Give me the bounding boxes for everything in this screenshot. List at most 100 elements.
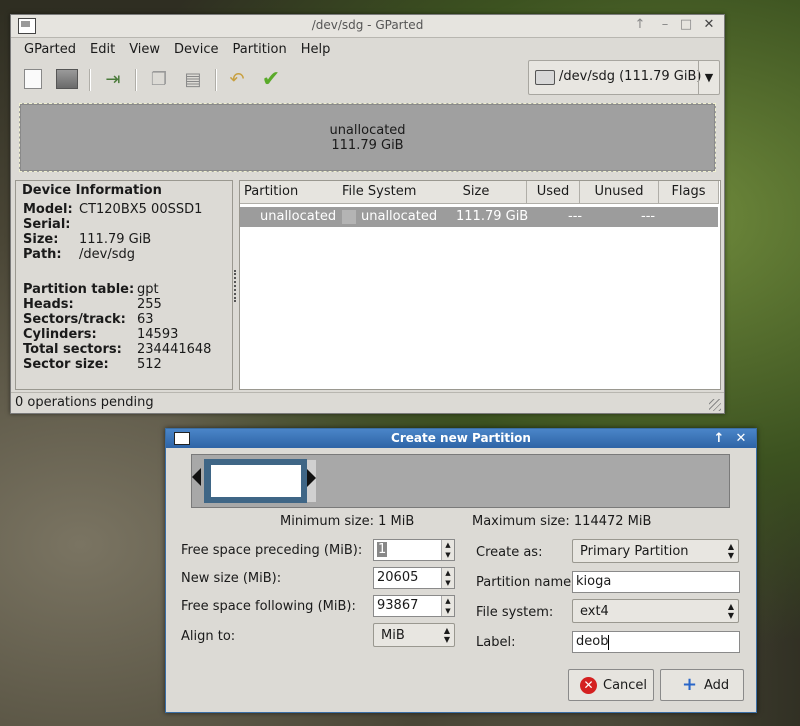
spinner-arrows-icon[interactable]: ▲ ▼ xyxy=(441,568,454,588)
new-size-label: New size (MiB): xyxy=(181,571,282,586)
partition-table: Partition File System Size Used Unused F… xyxy=(239,180,721,390)
minimize-icon[interactable]: – xyxy=(656,17,674,32)
heads-key: Heads: xyxy=(23,297,74,312)
new-size-value: 20605 xyxy=(377,570,419,585)
paste-icon[interactable]: ▤ xyxy=(181,67,205,91)
size-value: 111.79 GiB xyxy=(79,232,152,247)
combo-arrows-icon: ▲ ▼ xyxy=(443,626,450,644)
title-bar[interactable]: /dev/sdg - GParted ↑ – □ ✕ xyxy=(11,15,724,38)
add-button[interactable]: + Add xyxy=(660,669,744,701)
serial-key: Serial: xyxy=(23,217,71,232)
copy-icon[interactable]: ❐ xyxy=(147,67,171,91)
create-as-combo[interactable]: Primary Partition ▲ ▼ xyxy=(572,539,739,563)
row-size: 111.79 GiB xyxy=(456,209,529,224)
left-handle-icon[interactable] xyxy=(192,468,201,486)
combo-arrows-icon: ▲ ▼ xyxy=(727,602,734,620)
menu-partition[interactable]: Partition xyxy=(226,42,294,57)
undo-icon[interactable]: ↶ xyxy=(225,67,249,91)
new-partition-icon[interactable] xyxy=(21,67,45,91)
menu-gparted[interactable]: GParted xyxy=(17,42,83,57)
col-used[interactable]: Used xyxy=(527,181,580,204)
fs-color-swatch xyxy=(342,210,356,224)
toolbar-separator xyxy=(135,69,137,91)
col-flags[interactable]: Flags xyxy=(659,181,719,204)
free-preceding-value: 1 xyxy=(377,542,388,557)
sector-size-key: Sector size: xyxy=(23,357,109,372)
row-partition: unallocated xyxy=(260,209,337,224)
col-file-system[interactable]: File System xyxy=(339,181,429,204)
col-partition[interactable]: Partition xyxy=(240,181,343,204)
spinner-arrows-icon[interactable]: ▲ ▼ xyxy=(441,540,454,560)
col-size[interactable]: Size xyxy=(426,181,527,204)
disk-map[interactable]: unallocated 111.79 GiB xyxy=(19,103,716,172)
model-value: CT120BX5 00SSD1 xyxy=(79,202,203,217)
toolbar-separator xyxy=(215,69,217,91)
cancel-button[interactable]: ✕ Cancel xyxy=(568,669,654,701)
dialog-shade-icon[interactable]: ↑ xyxy=(710,429,728,448)
new-size-spinner[interactable]: 20605 ▲ ▼ xyxy=(373,567,455,589)
partition-name-value: kioga xyxy=(576,574,612,589)
dialog-title: Create new Partition xyxy=(391,431,531,445)
table-row[interactable]: unallocated unallocated 111.79 GiB --- -… xyxy=(240,207,718,227)
path-value: /dev/sdg xyxy=(79,247,135,262)
free-preceding-label: Free space preceding (MiB): xyxy=(181,543,363,558)
menu-bar: GParted Edit View Device Partition Help xyxy=(11,38,724,60)
diskmap-size: 111.79 GiB xyxy=(331,138,404,153)
total-sectors-key: Total sectors: xyxy=(23,342,122,357)
chevron-down-icon[interactable]: ▼ xyxy=(698,61,719,94)
size-key: Size: xyxy=(23,232,59,247)
add-icon: + xyxy=(681,674,698,695)
file-system-label: File system: xyxy=(476,605,554,620)
heads-value: 255 xyxy=(137,297,162,312)
menu-device[interactable]: Device xyxy=(167,42,225,57)
menu-edit[interactable]: Edit xyxy=(83,42,122,57)
col-unused[interactable]: Unused xyxy=(580,181,659,204)
shade-icon[interactable]: ↑ xyxy=(631,17,649,32)
free-following-value: 93867 xyxy=(377,598,419,613)
align-to-combo[interactable]: MiB ▲ ▼ xyxy=(373,623,455,647)
dialog-title-bar[interactable]: Create new Partition ↑ ✕ xyxy=(166,429,756,448)
resize-move-icon[interactable]: ⇥ xyxy=(101,67,125,91)
create-as-label: Create as: xyxy=(476,545,543,560)
gparted-window: /dev/sdg - GParted ↑ – □ ✕ GParted Edit … xyxy=(10,14,725,414)
free-preceding-spinner[interactable]: 1 ▲ ▼ xyxy=(373,539,455,561)
cancel-icon: ✕ xyxy=(580,677,597,694)
partition-resizer[interactable] xyxy=(191,454,730,508)
close-icon[interactable]: ✕ xyxy=(700,17,718,32)
right-handle-icon[interactable] xyxy=(307,460,316,502)
model-key: Model: xyxy=(23,202,73,217)
toolbar-separator xyxy=(89,69,91,91)
maximize-icon[interactable]: □ xyxy=(677,17,695,32)
menu-help[interactable]: Help xyxy=(294,42,338,57)
free-following-spinner[interactable]: 93867 ▲ ▼ xyxy=(373,595,455,617)
sector-size-value: 512 xyxy=(137,357,162,372)
menu-view[interactable]: View xyxy=(122,42,167,57)
partition-name-input[interactable]: kioga xyxy=(572,571,740,593)
align-to-value: MiB xyxy=(381,628,405,643)
device-info-heading: Device Information xyxy=(22,183,162,198)
apply-icon[interactable]: ✔ xyxy=(259,67,283,92)
device-selector[interactable]: /dev/sdg (111.79 GiB) ▼ xyxy=(528,60,720,95)
diskmap-label: unallocated xyxy=(329,123,406,138)
label-label: Label: xyxy=(476,635,516,650)
dialog-close-icon[interactable]: ✕ xyxy=(732,429,750,448)
cylinders-key: Cylinders: xyxy=(23,327,97,342)
add-label: Add xyxy=(704,678,730,693)
text-cursor xyxy=(608,635,609,650)
device-information-panel: Device Information Model: CT120BX5 00SSD1… xyxy=(15,180,233,390)
label-value: deob xyxy=(576,634,609,649)
label-input[interactable]: deob xyxy=(572,631,740,653)
min-size-label: Minimum size: 1 MiB xyxy=(280,514,415,529)
spinner-arrows-icon[interactable]: ▲ ▼ xyxy=(441,596,454,616)
new-partition-block[interactable] xyxy=(204,459,307,503)
row-file-system: unallocated xyxy=(361,209,438,224)
delete-partition-icon[interactable] xyxy=(55,67,79,91)
file-system-combo[interactable]: ext4 ▲ ▼ xyxy=(572,599,739,623)
drive-icon xyxy=(535,70,555,85)
device-selector-label: /dev/sdg (111.79 GiB) xyxy=(559,69,702,84)
sectors-track-value: 63 xyxy=(137,312,154,327)
partition-name-label: Partition name: xyxy=(476,575,576,590)
resize-grip-icon[interactable] xyxy=(709,399,721,411)
dialog-app-icon xyxy=(174,432,190,445)
align-to-label: Align to: xyxy=(181,629,236,644)
